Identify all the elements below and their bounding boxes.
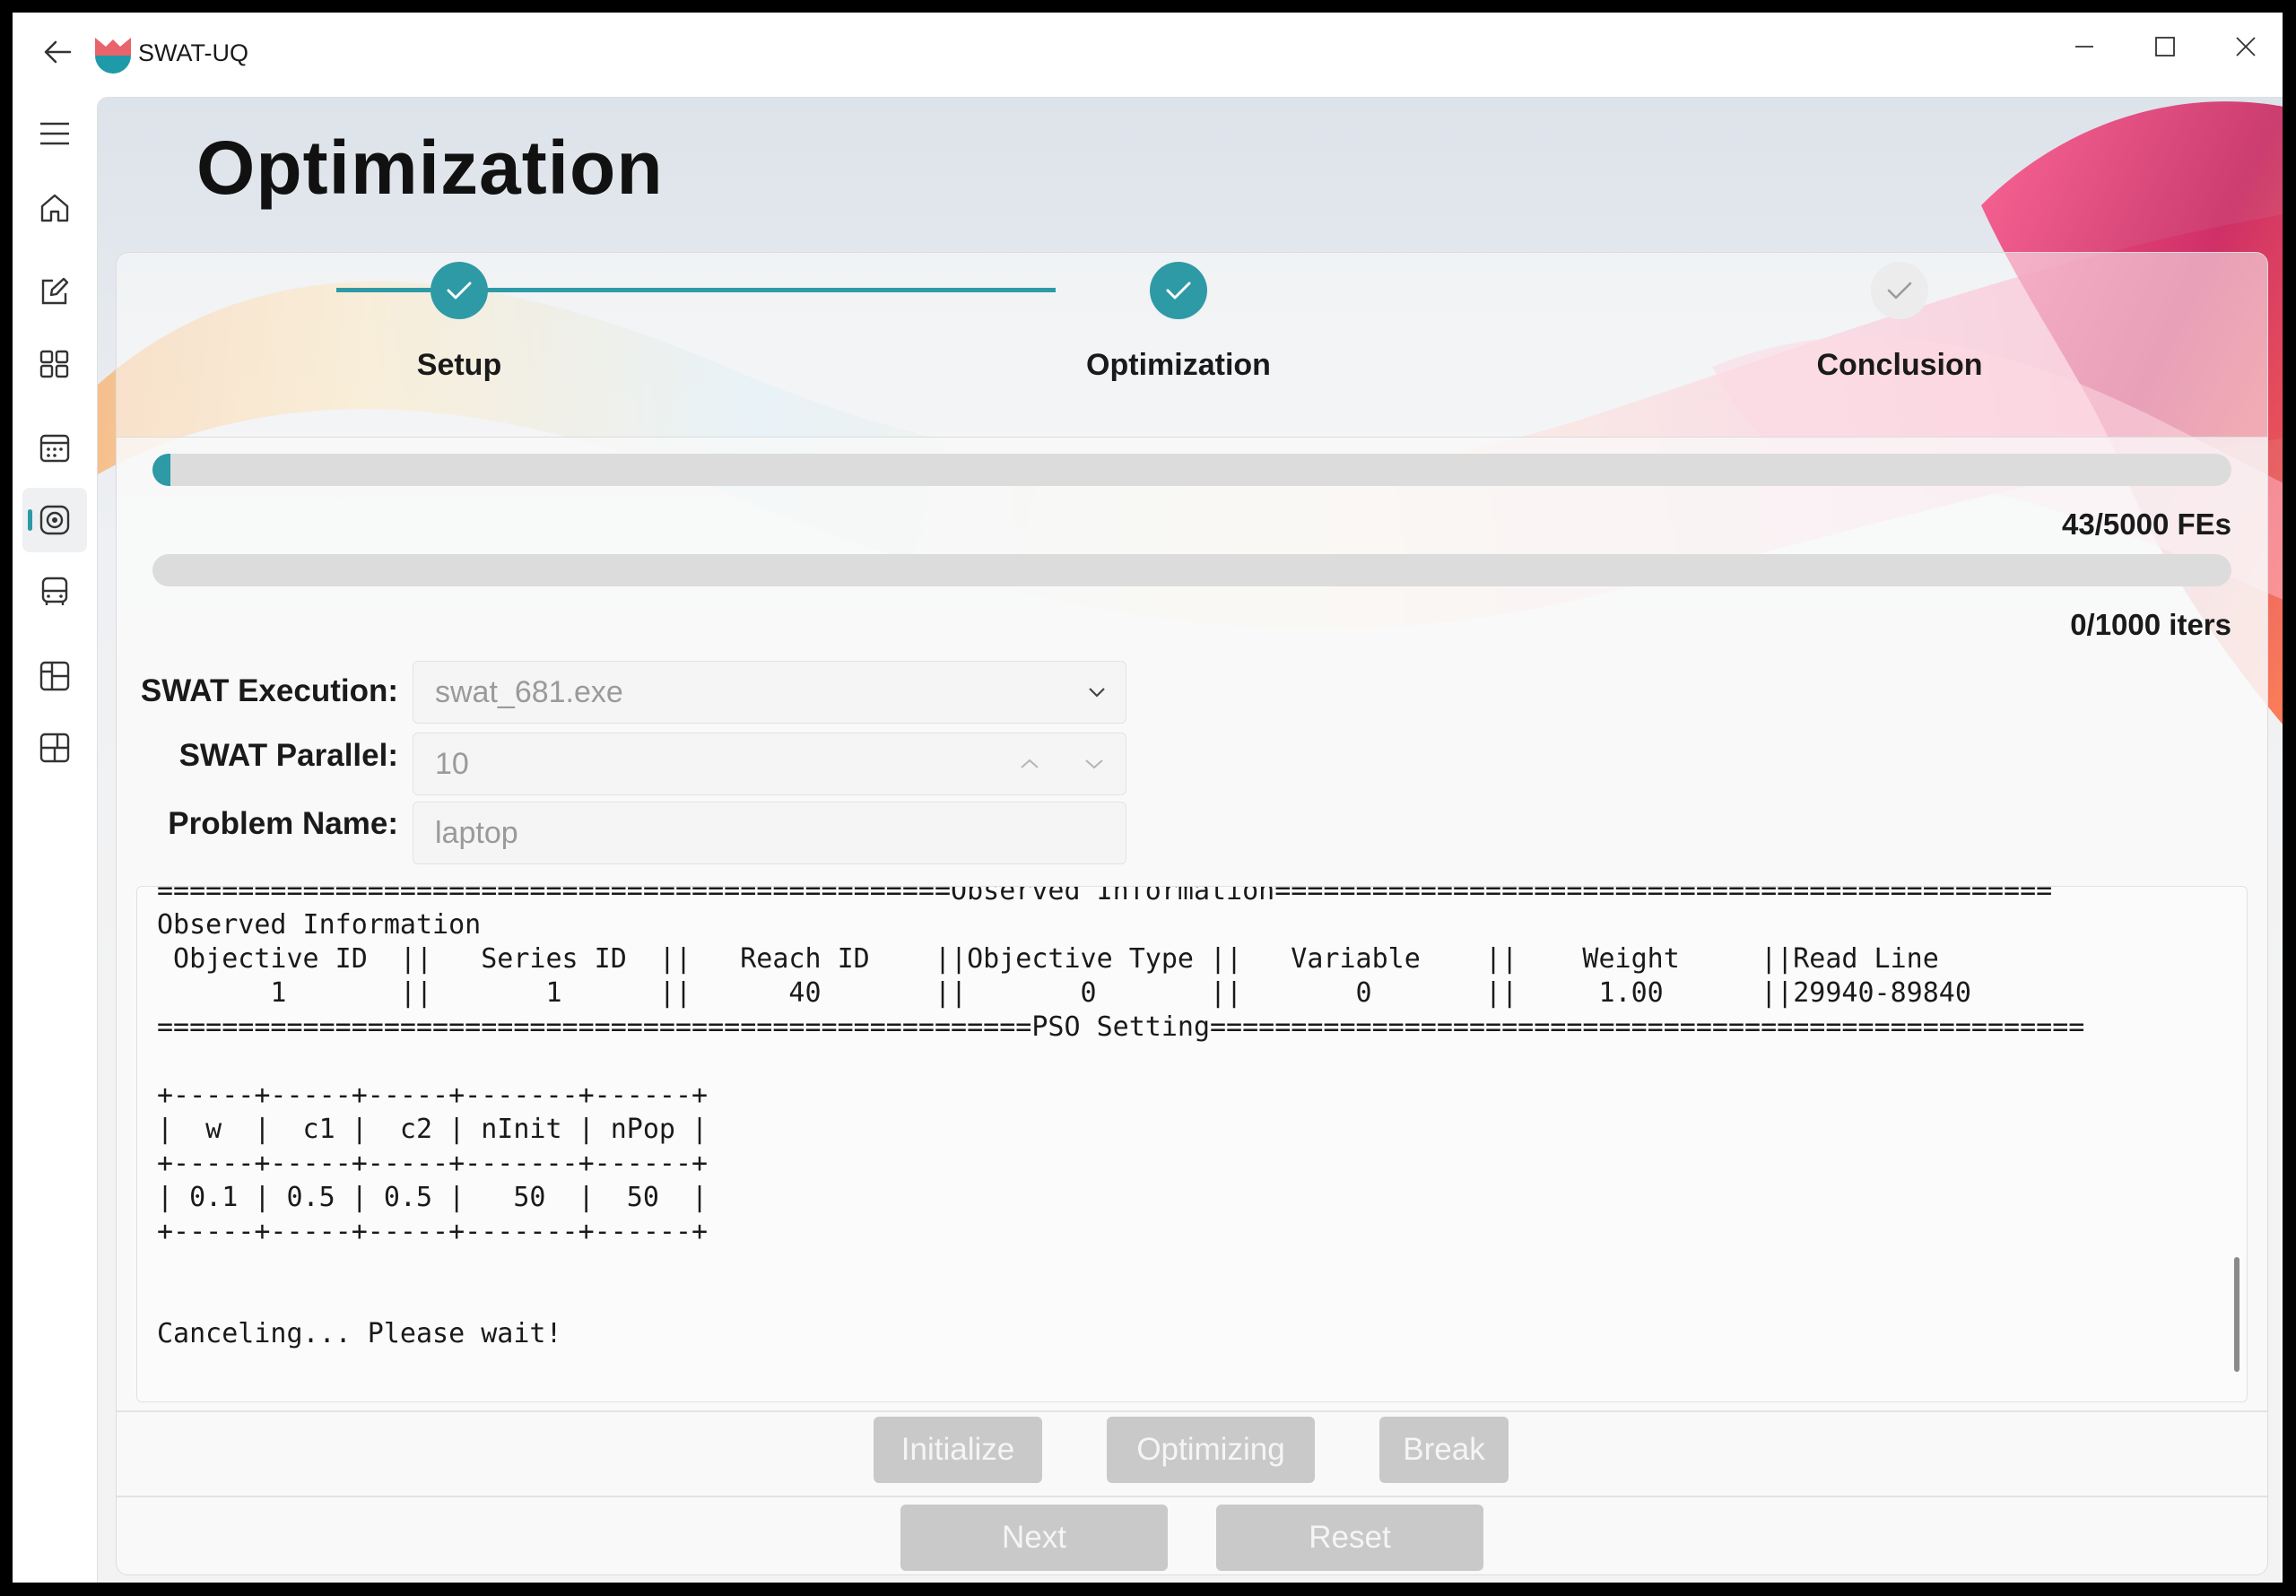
chevron-down-icon xyxy=(1088,662,1106,723)
app-logo-icon xyxy=(95,38,131,74)
step-setup-indicator[interactable] xyxy=(430,262,488,319)
home-icon xyxy=(40,194,69,222)
check-icon xyxy=(447,282,472,299)
button-row-divider xyxy=(117,1410,2267,1412)
swat-execution-label: SWAT Execution: xyxy=(140,673,398,708)
nav-row-divider xyxy=(117,1496,2267,1497)
step-optimization-indicator[interactable] xyxy=(1150,262,1207,319)
target-icon xyxy=(39,505,70,535)
chevron-down-icon[interactable] xyxy=(1084,733,1104,794)
close-icon xyxy=(2236,37,2256,56)
reset-button[interactable]: Reset xyxy=(1216,1505,1483,1571)
back-arrow-icon xyxy=(44,40,72,64)
break-button[interactable]: Break xyxy=(1379,1417,1509,1483)
apps-icon xyxy=(39,350,69,378)
nav-apps[interactable] xyxy=(22,332,87,396)
minimize-icon xyxy=(2075,46,2093,48)
nav-bus[interactable] xyxy=(22,559,87,624)
layout-alt-icon xyxy=(39,733,70,763)
card-body: 43/5000 FEs 0/1000 iters SWAT Execution:… xyxy=(117,437,2267,1574)
step-optimization-label: Optimization xyxy=(1086,348,1271,382)
iters-progress-text: 0/1000 iters xyxy=(2070,608,2231,641)
nav-home[interactable] xyxy=(22,176,87,240)
chevron-up-icon[interactable] xyxy=(1020,733,1039,794)
problem-name-input[interactable]: laptop xyxy=(413,802,1126,864)
check-icon xyxy=(1887,282,1912,299)
step-conclusion-label: Conclusion xyxy=(1816,348,1983,382)
minimize-button[interactable] xyxy=(2048,22,2120,72)
nav-layout-alt[interactable] xyxy=(22,716,87,780)
console-output[interactable]: ========================================… xyxy=(136,886,2248,1402)
nav-calendar[interactable] xyxy=(22,416,87,481)
swat-parallel-value: 10 xyxy=(435,747,469,781)
optimization-card: Setup Optimization Conclusion 43/5000 FE… xyxy=(116,252,2268,1575)
step-conclusion-indicator[interactable] xyxy=(1871,262,1928,319)
maximize-icon xyxy=(2155,37,2175,56)
maximize-button[interactable] xyxy=(2129,22,2201,72)
close-button[interactable] xyxy=(2210,22,2282,72)
fes-progress-fill xyxy=(152,454,170,486)
app-window: SWAT-UQ Optimization Setup Optimization … xyxy=(13,13,2283,1583)
fes-progress-text: 43/5000 FEs xyxy=(2062,507,2231,541)
active-indicator xyxy=(28,509,32,531)
console-text: ========================================… xyxy=(157,886,2085,1349)
nav-menu-toggle[interactable] xyxy=(22,101,87,166)
swat-parallel-stepper[interactable]: 10 xyxy=(413,733,1126,795)
app-title: SWAT-UQ xyxy=(138,39,248,66)
calendar-icon xyxy=(39,434,70,463)
console-scrollbar[interactable] xyxy=(2234,1257,2239,1372)
back-button[interactable] xyxy=(30,27,84,77)
title-bar: SWAT-UQ xyxy=(13,13,2283,97)
initialize-button[interactable]: Initialize xyxy=(874,1417,1042,1483)
next-button[interactable]: Next xyxy=(900,1505,1168,1571)
content-area: Optimization Setup Optimization Conclusi… xyxy=(97,97,2283,1583)
fes-progress-bar xyxy=(152,454,2231,486)
hamburger-menu-icon xyxy=(40,122,69,145)
nav-optimization[interactable] xyxy=(22,488,87,552)
swat-execution-select[interactable]: swat_681.exe xyxy=(413,661,1126,724)
problem-name-label: Problem Name: xyxy=(168,806,398,841)
layout-icon xyxy=(39,661,70,691)
bus-icon xyxy=(41,577,68,605)
check-icon xyxy=(1166,282,1191,299)
nav-layout[interactable] xyxy=(22,644,87,708)
nav-sidebar xyxy=(13,97,97,1583)
edit-icon xyxy=(41,277,69,305)
problem-name-value: laptop xyxy=(435,816,518,850)
iters-progress-bar xyxy=(152,554,2231,586)
swat-execution-value: swat_681.exe xyxy=(435,675,623,709)
optimizing-button[interactable]: Optimizing xyxy=(1107,1417,1315,1483)
step-setup-label: Setup xyxy=(416,348,502,382)
page-title: Optimization xyxy=(196,126,664,210)
nav-edit[interactable] xyxy=(22,259,87,324)
swat-parallel-label: SWAT Parallel: xyxy=(178,738,398,773)
